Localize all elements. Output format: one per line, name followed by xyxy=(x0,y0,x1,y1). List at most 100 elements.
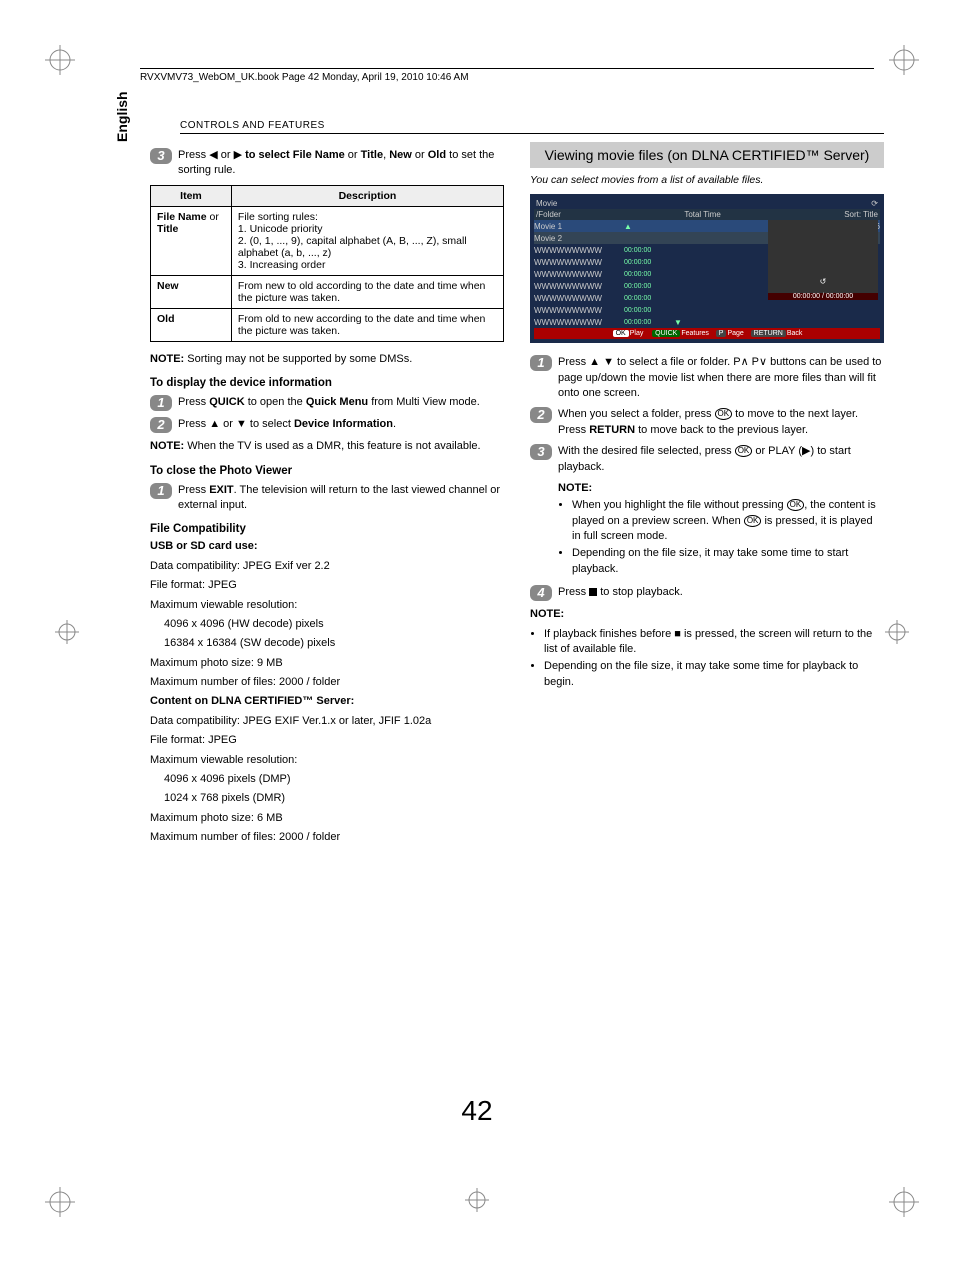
crop-mark-icon xyxy=(885,620,909,644)
heading-file-compat: File Compatibility xyxy=(150,523,504,535)
section-banner: Viewing movie files (on DLNA CERTIFIED™ … xyxy=(530,142,884,168)
repeat-icon: ↺ xyxy=(768,277,878,286)
sub-dlna: Content on DLNA CERTIFIED™ Server: xyxy=(150,694,504,709)
list-time: 00:00:00 xyxy=(624,307,674,314)
refresh-icon: ⟳ xyxy=(871,199,878,208)
section-header: CONTROLS AND FEATURES xyxy=(180,120,884,134)
step-badge-3: 3 xyxy=(150,148,172,164)
language-tab: English xyxy=(110,83,134,150)
list-item: WWWWWWWWW xyxy=(534,282,624,291)
list-item: WWWWWWWWW xyxy=(534,318,624,327)
dlna-line: Maximum viewable resolution: xyxy=(150,753,504,768)
compat-line: Maximum number of files: 2000 / folder xyxy=(150,675,504,690)
dlna-line: 1024 x 768 pixels (DMR) xyxy=(150,791,504,806)
down-arrow-icon: ▼ xyxy=(674,318,682,327)
compat-line: Maximum photo size: 9 MB xyxy=(150,656,504,671)
step-badge-2: 2 xyxy=(150,417,172,433)
ok-button-icon: OK xyxy=(744,515,762,527)
dlna-line: File format: JPEG xyxy=(150,733,504,748)
ui-title: Movie xyxy=(536,199,557,208)
cell-desc: From old to new according to the date an… xyxy=(231,308,503,341)
list-item: WWWWWWWWW xyxy=(534,270,624,279)
up-arrow-icon: ▲ xyxy=(624,222,632,231)
preview-pane: ↺ 00:00:00 / 00:00:00 xyxy=(768,220,878,300)
list-item: WWWWWWWWW xyxy=(534,294,624,303)
ui-elapsed: 00:00:00 / 00:00:00 xyxy=(768,293,878,300)
movie-list-ui-preview: Movie ⟳ /Folder Total Time Sort: Title M… xyxy=(530,194,884,343)
down-arrow-icon xyxy=(236,418,247,430)
close-step1: Press EXIT. The television will return t… xyxy=(178,483,504,514)
compat-line: Maximum viewable resolution: xyxy=(150,598,504,613)
step3-text: Press or to select File Name or Title, N… xyxy=(178,148,504,179)
step-badge-4: 4 xyxy=(530,585,552,601)
right-arrow-icon xyxy=(234,149,242,161)
step-badge-1: 1 xyxy=(150,395,172,411)
ui-footer: OKPlay QUICKFeatures PPage RETURNBack xyxy=(534,328,880,339)
device-step1: Press QUICK to open the Quick Menu from … xyxy=(178,395,504,411)
list-item: WWWWWWWWW xyxy=(534,246,624,255)
list-time: 00:00:00 xyxy=(624,319,674,326)
movie-step4: Press to stop playback. xyxy=(558,585,884,601)
ok-button-icon: OK xyxy=(735,445,753,457)
cell-item: New xyxy=(151,275,232,308)
stop-icon xyxy=(589,588,597,596)
note-label: NOTE: xyxy=(530,607,884,622)
list-time: 00:00:00 xyxy=(624,283,674,290)
ui-breadcrumb: /Folder xyxy=(536,210,561,219)
crop-mark-icon xyxy=(889,1187,919,1217)
sub-usb: USB or SD card use: xyxy=(150,539,504,554)
sorting-rules-table: Item Description File Name or Title File… xyxy=(150,185,504,342)
page-number: 42 xyxy=(0,1095,954,1127)
cell-item: File Name or Title xyxy=(151,206,232,275)
note-item: If playback finishes before ■ is pressed… xyxy=(544,627,884,658)
up-arrow-icon xyxy=(209,418,220,430)
th-desc: Description xyxy=(231,185,503,206)
doc-header-runner: RVXVMV73_WebOM_UK.book Page 42 Monday, A… xyxy=(140,68,874,83)
step-badge-3: 3 xyxy=(530,444,552,460)
note-list: If playback finishes before ■ is pressed… xyxy=(530,627,884,691)
note-list: When you highlight the file without pres… xyxy=(558,498,884,577)
dlna-line: Maximum number of files: 2000 / folder xyxy=(150,830,504,845)
ok-button-icon: OK xyxy=(787,499,805,511)
movie-step2: When you select a folder, press OK to mo… xyxy=(558,407,884,438)
dlna-line: Data compatibility: JPEG EXIF Ver.1.x or… xyxy=(150,714,504,729)
list-item: Movie 2 xyxy=(534,234,624,243)
heading-close-viewer: To close the Photo Viewer xyxy=(150,465,504,477)
note-item: Depending on the file size, it may take … xyxy=(544,659,884,690)
crop-mark-icon xyxy=(55,620,79,644)
list-item: WWWWWWWWW xyxy=(534,258,624,267)
th-item: Item xyxy=(151,185,232,206)
device-step2: Press or to select Device Information. xyxy=(178,417,504,433)
movie-step1: Press ▲ ▼ to select a file or folder. P∧… xyxy=(558,355,884,401)
step-badge-1: 1 xyxy=(530,355,552,371)
compat-line: Data compatibility: JPEG Exif ver 2.2 xyxy=(150,559,504,574)
note-label: NOTE: xyxy=(558,481,884,496)
right-column: Viewing movie files (on DLNA CERTIFIED™ … xyxy=(530,142,884,850)
left-arrow-icon xyxy=(209,149,217,161)
compat-line: 16384 x 16384 (SW decode) pixels xyxy=(150,636,504,651)
crop-mark-icon xyxy=(45,1187,75,1217)
cell-item: Old xyxy=(151,308,232,341)
banner-caption: You can select movies from a list of ava… xyxy=(530,174,884,186)
note-item: Depending on the file size, it may take … xyxy=(572,546,884,577)
crop-mark-icon xyxy=(45,45,75,75)
step-badge-1: 1 xyxy=(150,483,172,499)
list-time: 00:00:00 xyxy=(624,271,674,278)
ui-col-time: Total Time xyxy=(684,210,720,219)
compat-line: File format: JPEG xyxy=(150,578,504,593)
ok-button-icon: OK xyxy=(715,408,733,420)
crop-mark-icon xyxy=(465,1188,489,1212)
note-item: When you highlight the file without pres… xyxy=(572,498,884,544)
note-dmr: NOTE: When the TV is used as a DMR, this… xyxy=(150,439,504,454)
list-time: 00:00:00 xyxy=(624,295,674,302)
list-item: Movie 1 xyxy=(534,222,624,231)
list-item: WWWWWWWWW xyxy=(534,306,624,315)
note-sorting: NOTE: Sorting may not be supported by so… xyxy=(150,352,504,367)
compat-line: 4096 x 4096 (HW decode) pixels xyxy=(150,617,504,632)
list-time: 00:00:00 xyxy=(624,259,674,266)
crop-mark-icon xyxy=(889,45,919,75)
step-badge-2: 2 xyxy=(530,407,552,423)
heading-device-info: To display the device information xyxy=(150,377,504,389)
left-column: 3 Press or to select File Name or Title,… xyxy=(150,142,504,850)
cell-desc: From new to old according to the date an… xyxy=(231,275,503,308)
